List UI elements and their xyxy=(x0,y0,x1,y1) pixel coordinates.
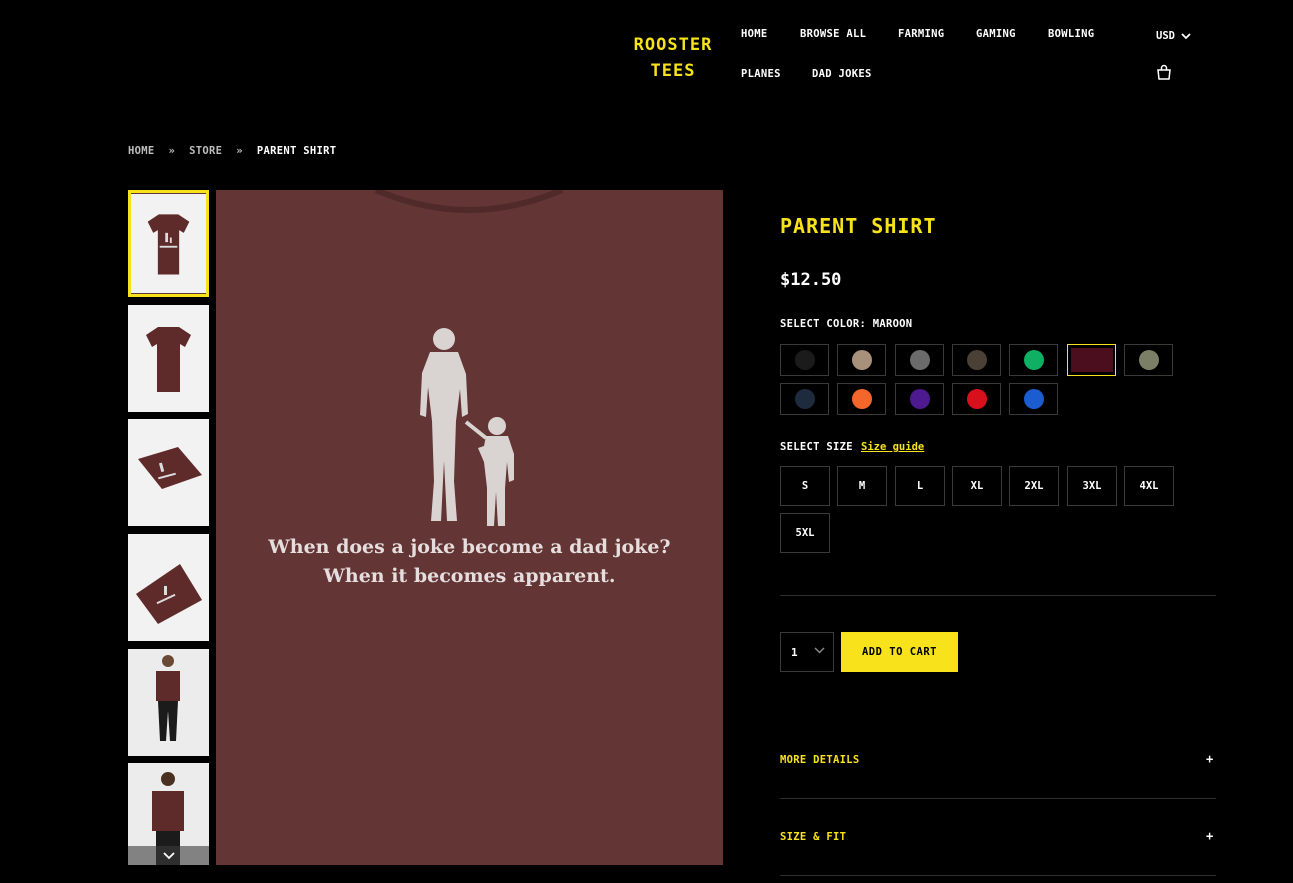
thumbnail-back[interactable] xyxy=(128,305,209,412)
size-option-xl[interactable]: XL xyxy=(952,466,1002,506)
currency-selector[interactable]: USD xyxy=(1156,30,1191,42)
divider xyxy=(780,798,1216,799)
breadcrumb-separator: » xyxy=(236,145,243,157)
thumbnail-folded[interactable] xyxy=(128,419,209,526)
color-swatch[interactable] xyxy=(1009,344,1058,376)
color-swatch[interactable] xyxy=(780,383,829,415)
divider xyxy=(780,875,1216,876)
shirt-graphic xyxy=(374,190,564,526)
thumbnails-scroll-down[interactable] xyxy=(128,846,209,865)
shirt-print-text: When does a joke become a dad joke? When… xyxy=(216,533,723,591)
color-swatch[interactable] xyxy=(1124,344,1173,376)
nav-dad-jokes[interactable]: DAD JOKES xyxy=(812,68,872,80)
breadcrumb: HOME » STORE » PARENT SHIRT xyxy=(128,145,336,157)
brand-line-1: ROOSTER xyxy=(633,35,713,55)
product-price: $12.50 xyxy=(780,270,842,290)
brand-logo[interactable]: ROOSTER TEES xyxy=(626,32,720,84)
color-swatch-fill xyxy=(1023,389,1044,409)
color-swatch[interactable] xyxy=(895,344,944,376)
shopping-bag-icon[interactable] xyxy=(1156,64,1172,80)
color-swatch-fill xyxy=(794,350,815,370)
brand-line-2: TEES xyxy=(650,61,696,81)
color-swatch-fill xyxy=(851,389,872,409)
color-swatch-fill xyxy=(909,350,930,370)
nav-bowling[interactable]: BOWLING xyxy=(1048,28,1094,40)
size-label: SELECT SIZE xyxy=(780,441,853,453)
breadcrumb-store[interactable]: STORE xyxy=(189,145,222,157)
color-swatch-fill xyxy=(851,350,872,370)
color-swatch[interactable] xyxy=(952,383,1001,415)
shirt-print-line-1: When does a joke become a dad joke? xyxy=(268,536,671,558)
thumbnail-model-front[interactable] xyxy=(128,649,209,756)
color-swatch[interactable] xyxy=(1067,344,1116,376)
color-swatch-fill xyxy=(794,389,815,409)
size-option-2xl[interactable]: 2XL xyxy=(1009,466,1059,506)
color-swatch[interactable] xyxy=(1009,383,1058,415)
currency-label: USD xyxy=(1156,30,1175,42)
accordion-size-fit[interactable]: SIZE & FIT xyxy=(780,831,846,843)
color-swatch[interactable] xyxy=(780,344,829,376)
nav-gaming[interactable]: GAMING xyxy=(976,28,1016,40)
color-swatch-fill xyxy=(1138,350,1159,370)
color-swatch-fill xyxy=(1070,348,1113,372)
shirt-print-line-2: When it becomes apparent. xyxy=(323,565,616,587)
quantity-select[interactable]: 1 xyxy=(780,632,834,672)
divider xyxy=(780,595,1216,596)
color-swatch[interactable] xyxy=(952,344,1001,376)
plus-icon[interactable]: + xyxy=(1206,829,1213,843)
breadcrumb-separator: » xyxy=(168,145,176,157)
color-swatch[interactable] xyxy=(837,344,886,376)
thumbnail-front[interactable] xyxy=(128,190,209,297)
main-product-image[interactable]: When does a joke become a dad joke? When… xyxy=(216,190,723,865)
thumbnail-strip xyxy=(128,190,209,865)
plus-icon[interactable]: + xyxy=(1206,752,1213,766)
size-option-4xl[interactable]: 4XL xyxy=(1124,466,1174,506)
color-swatch[interactable] xyxy=(895,383,944,415)
color-swatch-fill xyxy=(966,350,987,370)
size-option-3xl[interactable]: 3XL xyxy=(1067,466,1117,506)
color-swatch-fill xyxy=(1023,350,1044,370)
nav-planes[interactable]: PLANES xyxy=(741,68,781,80)
size-guide-link[interactable]: Size guide xyxy=(861,441,924,453)
color-label: SELECT COLOR: MAROON xyxy=(780,318,913,330)
chevron-down-icon xyxy=(814,647,825,654)
color-swatch-fill xyxy=(909,389,930,409)
breadcrumb-home[interactable]: HOME xyxy=(128,145,155,157)
color-swatch[interactable] xyxy=(837,383,886,415)
size-option-l[interactable]: L xyxy=(895,466,945,506)
size-option-s[interactable]: S xyxy=(780,466,830,506)
size-option-5xl[interactable]: 5XL xyxy=(780,513,830,553)
color-swatch-fill xyxy=(966,389,987,409)
product-title: PARENT SHIRT xyxy=(780,214,937,238)
nav-home[interactable]: HOME xyxy=(741,28,768,40)
breadcrumb-current: PARENT SHIRT xyxy=(256,145,337,157)
accordion-more-details[interactable]: MORE DETAILS xyxy=(780,754,859,766)
chevron-down-icon xyxy=(162,851,175,859)
thumbnail-folded-alt[interactable] xyxy=(128,534,209,641)
nav-farming[interactable]: FARMING xyxy=(898,28,944,40)
nav-browse-all[interactable]: BROWSE ALL xyxy=(800,28,866,40)
quantity-value: 1 xyxy=(791,645,798,659)
size-option-m[interactable]: M xyxy=(837,466,887,506)
add-to-cart-button[interactable]: ADD TO CART xyxy=(841,632,958,672)
chevron-down-icon xyxy=(1181,32,1191,39)
